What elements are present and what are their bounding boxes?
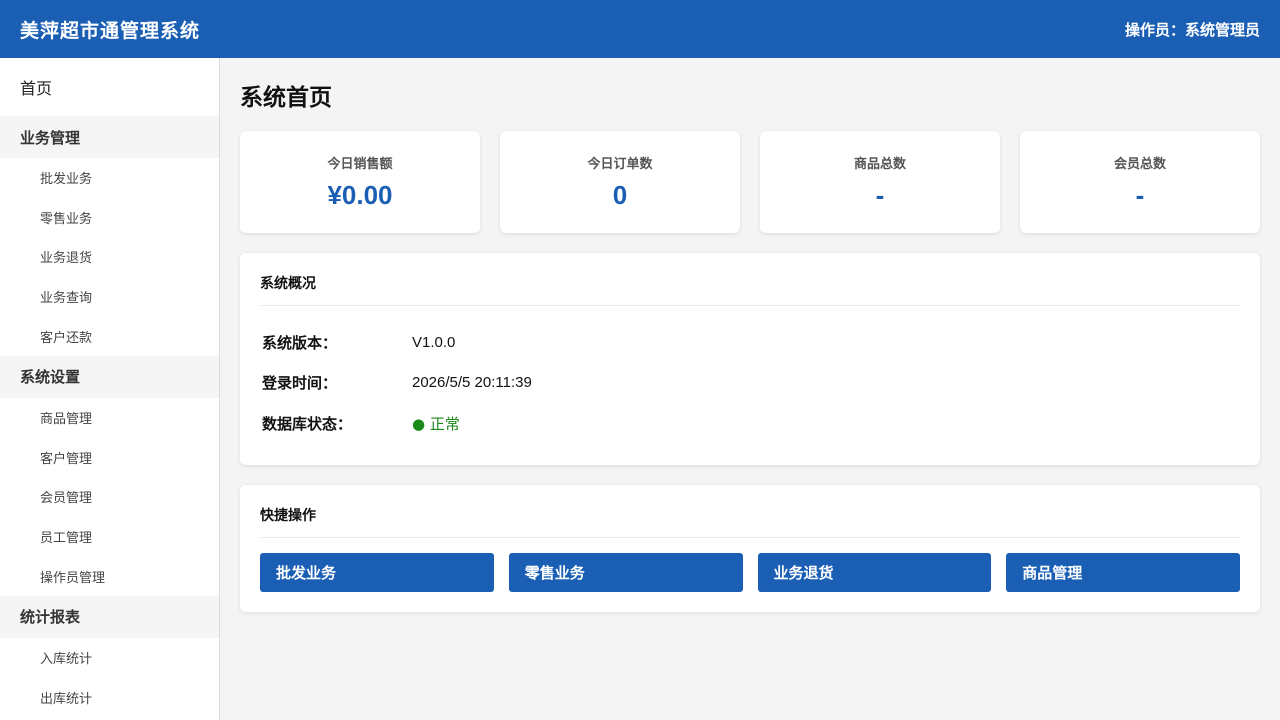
stat-label: 今日订单数	[587, 157, 653, 172]
sidebar-item-members[interactable]: 会员管理	[0, 477, 219, 517]
stat-label: 今日销售额	[327, 157, 393, 172]
app-title: 美萍超市通管理系统	[20, 19, 201, 42]
info-row-login-time: 登录时间： 2026/5/5 20:11:39	[260, 363, 1240, 404]
sidebar-item-customer-repayment[interactable]: 客户还款	[0, 316, 219, 356]
sidebar-item-home[interactable]: 首页	[0, 58, 219, 116]
sidebar-item-returns[interactable]: 业务退货	[0, 237, 219, 277]
sidebar-item-wholesale[interactable]: 批发业务	[0, 158, 219, 198]
stat-value: -	[1135, 180, 1145, 210]
quick-products-button[interactable]: 商品管理	[1006, 553, 1240, 592]
sidebar-item-products[interactable]: 商品管理	[0, 398, 219, 438]
stat-card-member-count: 会员总数 -	[1020, 131, 1260, 233]
info-key: 系统版本：	[262, 333, 338, 352]
stats-row: 今日销售额 ¥0.00 今日订单数 0 商品总数 - 会员总数 -	[240, 131, 1260, 233]
sidebar-item-business-query[interactable]: 业务查询	[0, 277, 219, 317]
panel-title: 快捷操作	[260, 485, 1240, 538]
stat-value: 0	[612, 180, 628, 210]
info-row-version: 系统版本： V1.0.0	[260, 322, 1240, 363]
stat-card-today-orders: 今日订单数 0	[500, 131, 740, 233]
info-key: 登录时间：	[262, 374, 338, 393]
page-title: 系统首页	[240, 85, 332, 111]
quick-retail-button[interactable]: 零售业务	[508, 553, 743, 592]
info-value: V1.0.0	[412, 333, 456, 351]
top-bar: 美萍超市通管理系统 操作员：系统管理员	[0, 0, 1280, 58]
status-badge: ● 正常	[412, 414, 460, 433]
sidebar-item-operators[interactable]: 操作员管理	[0, 556, 219, 596]
sidebar-item-inbound-stats[interactable]: 入库统计	[0, 638, 219, 678]
sidebar-item-customers[interactable]: 客户管理	[0, 438, 219, 478]
operator-label: 操作员：系统管理员	[1124, 20, 1260, 39]
system-overview-panel: 系统概况 系统版本： V1.0.0 登录时间： 2026/5/5 20:11:3…	[240, 253, 1260, 465]
sidebar-group-reports: 统计报表	[0, 595, 219, 638]
panel-title: 系统概况	[260, 253, 1240, 306]
sidebar-group-business: 业务管理	[0, 116, 219, 158]
quick-returns-button[interactable]: 业务退货	[757, 553, 992, 592]
stat-label: 会员总数	[1113, 157, 1166, 172]
stat-card-product-count: 商品总数 -	[760, 131, 1000, 233]
stat-value: -	[875, 180, 885, 210]
main-content: 系统首页 今日销售额 ¥0.00 今日订单数 0 商品总数 - 会员总数 - 系…	[220, 58, 1280, 720]
quick-actions-panel: 快捷操作 批发业务 零售业务 业务退货 商品管理	[240, 485, 1260, 612]
sidebar-group-settings: 系统设置	[0, 355, 219, 398]
stat-value: ¥0.00	[327, 180, 393, 210]
sidebar-item-outbound-stats[interactable]: 出库统计	[0, 678, 219, 718]
stat-label: 商品总数	[853, 157, 906, 172]
stat-card-today-sales: 今日销售额 ¥0.00	[240, 131, 480, 233]
sidebar-item-employees[interactable]: 员工管理	[0, 517, 219, 557]
sidebar-item-retail[interactable]: 零售业务	[0, 198, 219, 238]
quick-wholesale-button[interactable]: 批发业务	[260, 553, 494, 592]
sidebar: 首页 业务管理 批发业务 零售业务 业务退货 业务查询 客户还款 系统设置 商品…	[0, 58, 220, 720]
info-value: 2026/5/5 20:11:39	[412, 374, 532, 392]
info-key: 数据库状态：	[262, 414, 353, 433]
info-row-db-status: 数据库状态： ● 正常	[260, 403, 1240, 444]
